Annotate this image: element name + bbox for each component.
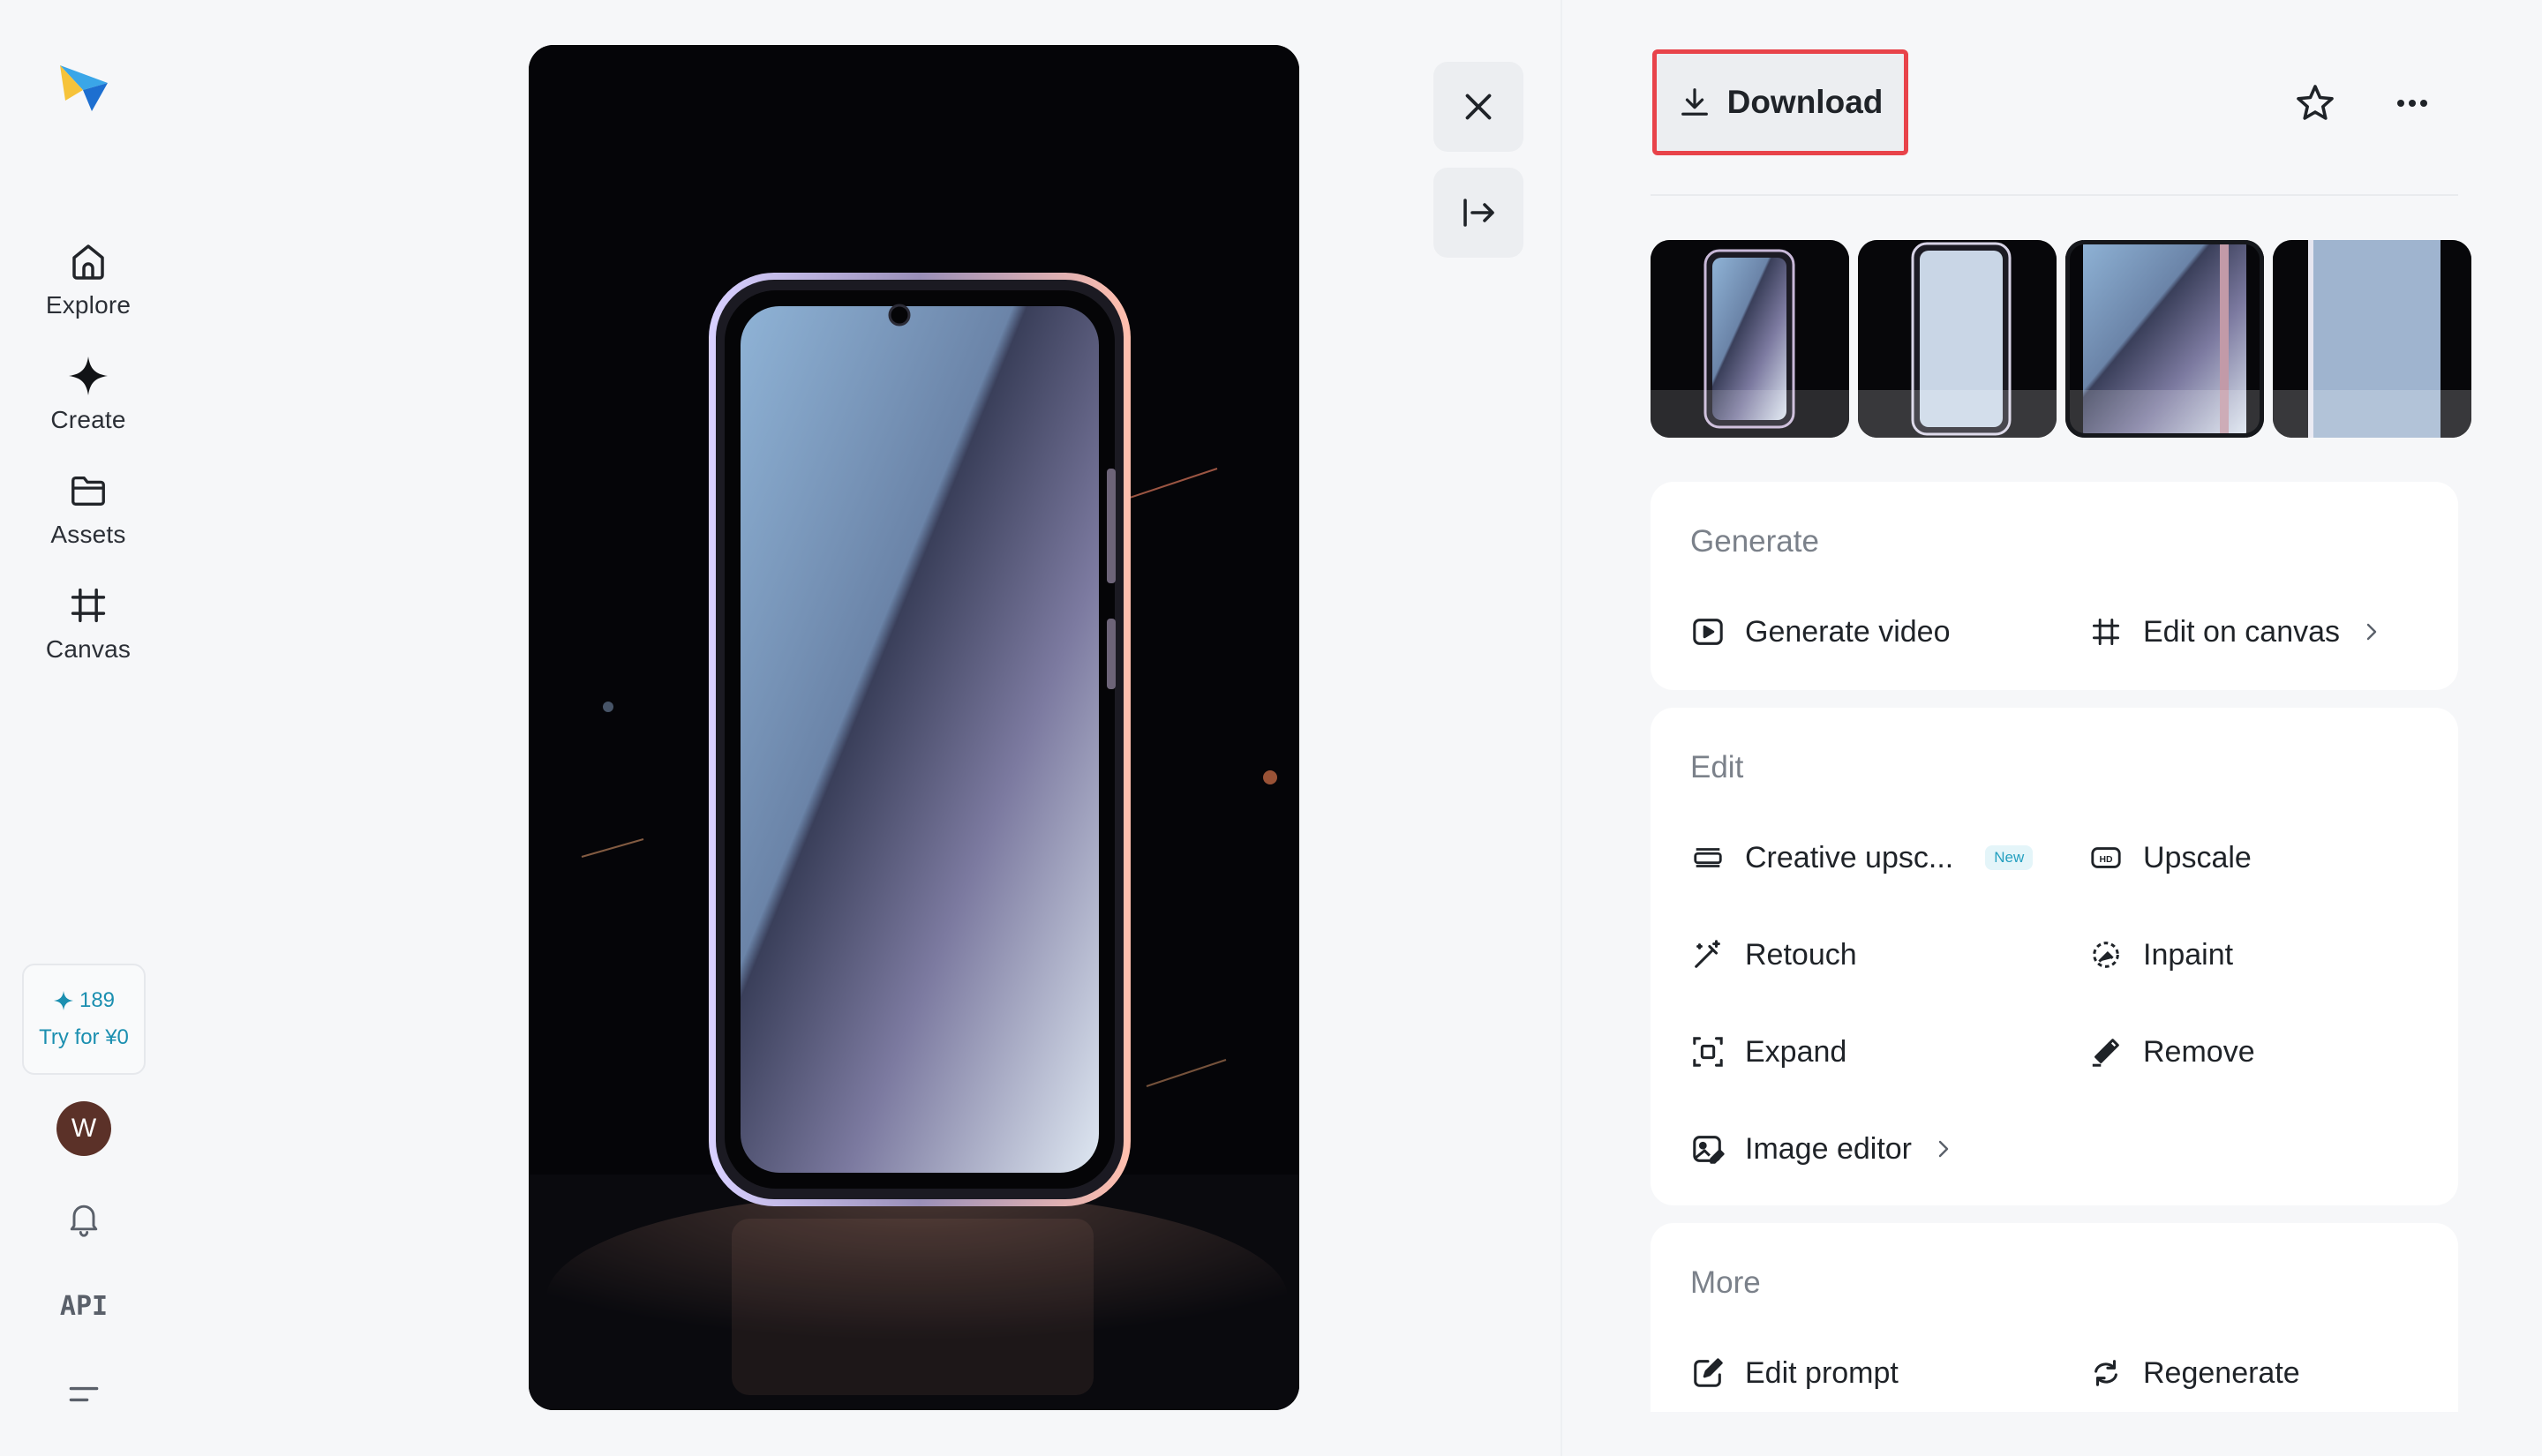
collapse-panel-button[interactable] <box>1433 168 1523 258</box>
action-toolbar: Download <box>1651 48 2458 161</box>
edit-icon <box>1690 1355 1726 1391</box>
avatar[interactable]: W <box>56 1101 111 1156</box>
action-label: Generate video <box>1745 614 1951 649</box>
section-title: More <box>1690 1265 1761 1300</box>
star-icon <box>2297 85 2334 120</box>
menu-icon[interactable] <box>53 1368 115 1421</box>
chevron-right-icon <box>2366 623 2377 641</box>
credits-box[interactable]: 189 Try for ¥0 <box>22 964 146 1075</box>
app-logo[interactable] <box>53 56 115 118</box>
edit-prompt-button[interactable]: Edit prompt <box>1690 1347 1899 1400</box>
action-label: Upscale <box>2143 840 2252 874</box>
trial-link[interactable]: Try for ¥0 <box>39 1025 129 1050</box>
image-editor-button[interactable]: Image editor <box>1690 1122 1951 1175</box>
regenerate-icon <box>2088 1355 2124 1391</box>
new-badge: New <box>1985 845 2034 870</box>
generated-image <box>529 45 1299 1410</box>
action-label: Inpaint <box>2143 937 2234 972</box>
image-edit-icon <box>1690 1131 1726 1167</box>
action-label: Edit prompt <box>1745 1355 1899 1390</box>
sidebar-item-label: Create <box>50 406 126 433</box>
edit-card: Edit Creative upsc... New HD Upscale Ret… <box>1651 708 2458 1205</box>
sidebar: Explore Create Assets Canvas 189 Try for… <box>0 0 177 1456</box>
action-label: Edit on canvas <box>2143 614 2341 649</box>
home-icon <box>65 238 111 284</box>
collapse-panel-icon <box>1463 199 1494 227</box>
section-title: Edit <box>1690 750 1744 784</box>
inpaint-icon <box>2088 937 2124 972</box>
sidebar-item-explore[interactable]: Explore <box>18 238 159 335</box>
play-icon <box>1690 614 1726 649</box>
crop-icon <box>65 582 111 628</box>
action-label: Image editor <box>1745 1131 1912 1166</box>
download-icon <box>1681 88 1708 116</box>
toolbar-divider <box>1651 194 2458 196</box>
sidebar-item-canvas[interactable]: Canvas <box>18 582 159 679</box>
sidebar-item-label: Canvas <box>45 635 132 663</box>
crop-icon <box>2088 614 2124 649</box>
regenerate-button[interactable]: Regenerate <box>2088 1347 2300 1400</box>
folder-icon <box>65 468 111 514</box>
creative-upscale-button[interactable]: Creative upsc... New <box>1690 831 2034 884</box>
thumbnail-selected[interactable] <box>2065 240 2264 438</box>
action-label: Remove <box>2143 1034 2255 1069</box>
thumbnail-strip <box>1651 240 2476 438</box>
sidebar-item-label: Assets <box>50 521 126 548</box>
hd-plus-icon <box>1690 840 1726 875</box>
svg-text:HD: HD <box>2099 855 2113 865</box>
inpaint-button[interactable]: Inpaint <box>2088 928 2233 981</box>
chevron-right-icon <box>1938 1140 1949 1158</box>
sidebar-item-assets[interactable]: Assets <box>18 468 159 565</box>
action-label: Expand <box>1745 1034 1847 1069</box>
bell-icon[interactable] <box>53 1191 115 1244</box>
download-label: Download <box>1726 84 1884 120</box>
hd-icon: HD <box>2088 840 2124 875</box>
action-label: Creative upsc... <box>1745 840 1954 874</box>
close-icon <box>1465 94 1492 120</box>
sidebar-item-label: Explore <box>45 291 132 319</box>
upscale-button[interactable]: HD Upscale <box>2088 831 2252 884</box>
favorite-button[interactable] <box>2286 74 2344 132</box>
thumbnail[interactable] <box>1651 240 1849 438</box>
api-link[interactable]: API <box>53 1280 115 1332</box>
edit-on-canvas-button[interactable]: Edit on canvas <box>2088 605 2379 658</box>
more-card: More Edit prompt Regenerate <box>1651 1223 2458 1412</box>
retouch-button[interactable]: Retouch <box>1690 928 1857 981</box>
panel-divider <box>1561 0 1562 1456</box>
action-label: Retouch <box>1745 937 1857 972</box>
section-title: Generate <box>1690 524 1819 559</box>
sidebar-item-create[interactable]: Create <box>18 353 159 450</box>
remove-button[interactable]: Remove <box>2088 1025 2255 1078</box>
generate-card: Generate Generate video Edit on canvas <box>1651 482 2458 690</box>
magic-wand-icon <box>1690 937 1726 972</box>
expand-icon <box>1690 1034 1726 1069</box>
download-button[interactable]: Download <box>1652 49 1908 155</box>
more-button[interactable] <box>2383 74 2441 132</box>
thumbnail[interactable] <box>2273 240 2471 438</box>
eraser-icon <box>2088 1034 2124 1069</box>
action-label: Regenerate <box>2143 1355 2300 1390</box>
credits-count: 189 <box>79 988 116 1012</box>
expand-button[interactable]: Expand <box>1690 1025 1846 1078</box>
close-button[interactable] <box>1433 62 1523 152</box>
sparkle-icon <box>65 353 111 399</box>
sparkle-icon <box>53 991 73 1010</box>
thumbnail[interactable] <box>1858 240 2057 438</box>
generate-video-button[interactable]: Generate video <box>1690 605 1951 658</box>
more-icon <box>2397 100 2427 107</box>
